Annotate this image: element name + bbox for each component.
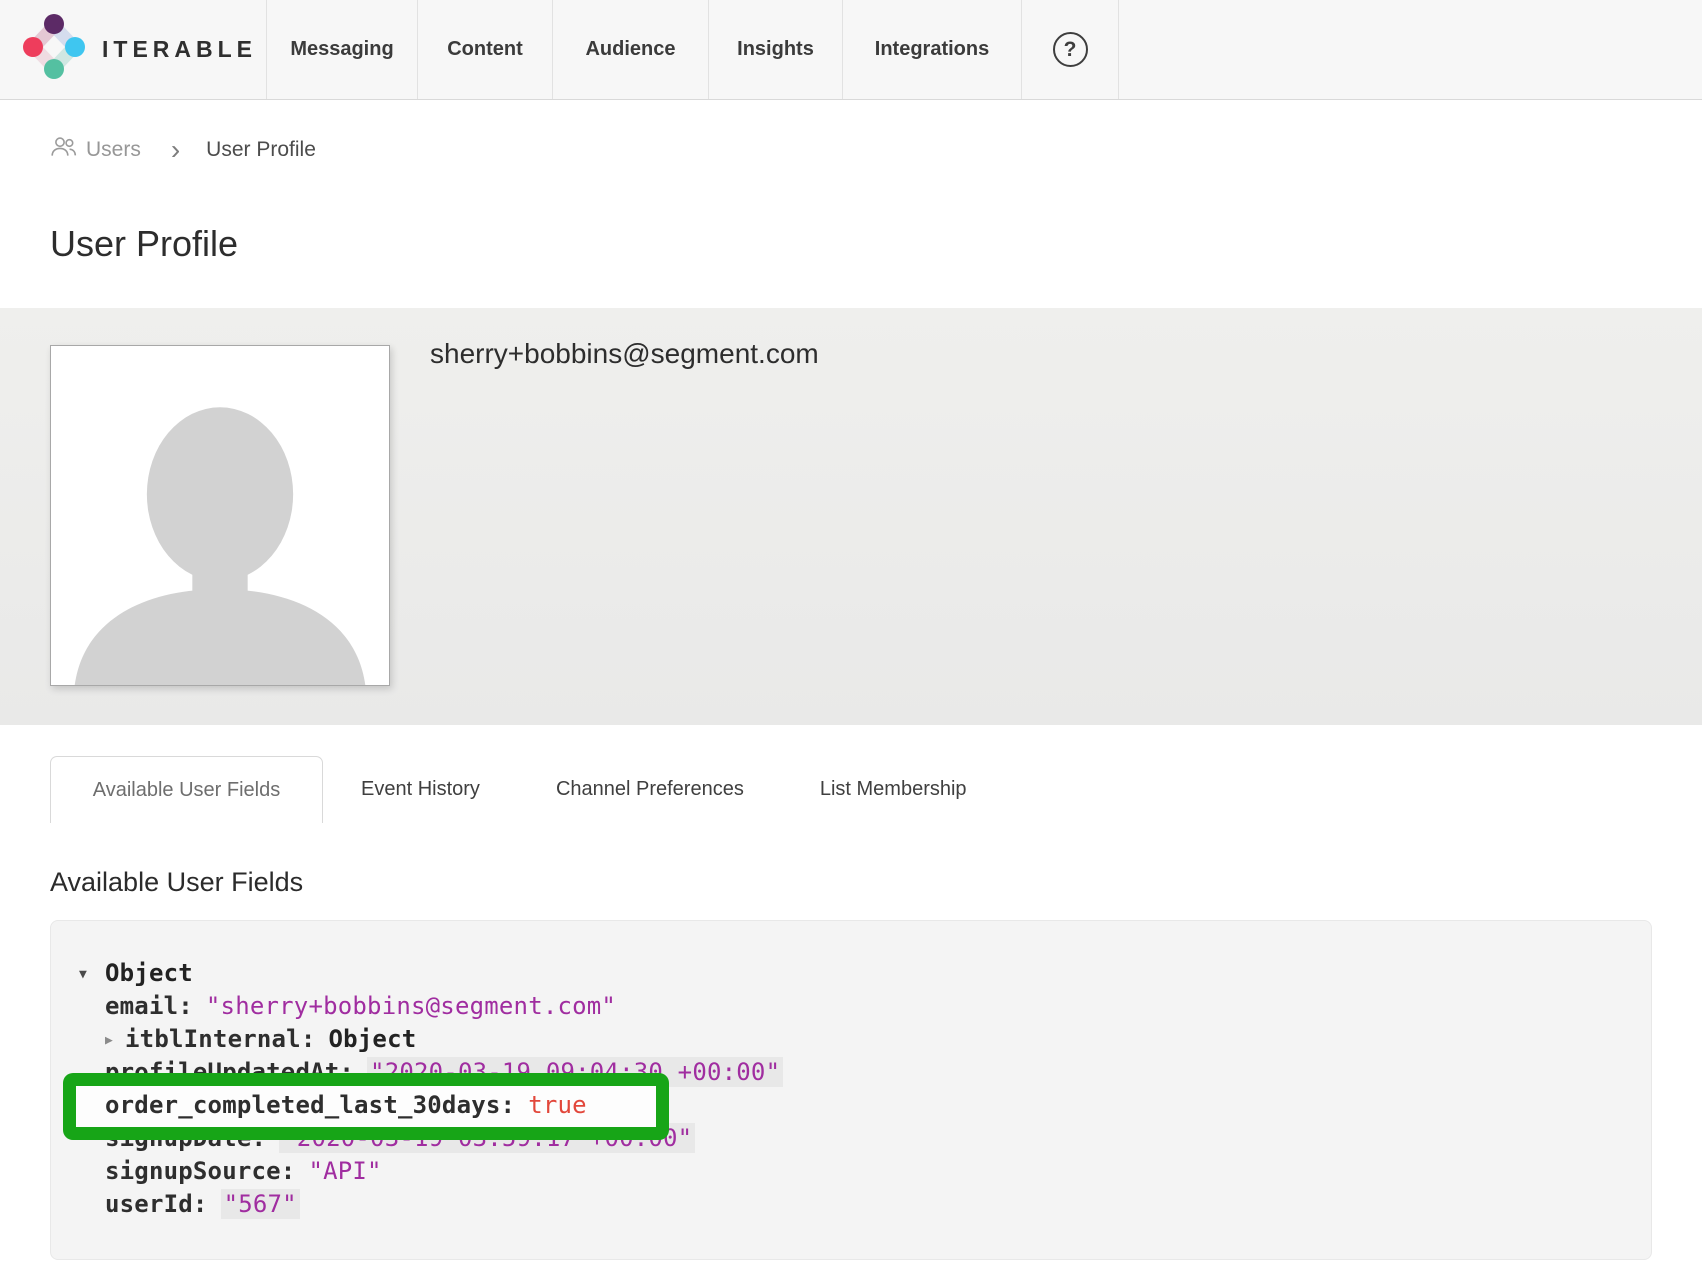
colon: :: [193, 1190, 208, 1218]
field-value: Object: [328, 1025, 416, 1053]
field-key: email: [105, 992, 178, 1020]
profile-email: sherry+bobbins@segment.com: [430, 338, 819, 370]
field-value: "API": [308, 1157, 381, 1185]
tree-row-root: ▼Object: [79, 957, 1651, 990]
tab-available-user-fields[interactable]: Available User Fields: [50, 756, 323, 823]
breadcrumb-users-link[interactable]: Users: [50, 136, 141, 164]
tree-row-signupsource: signupSource: "API": [105, 1155, 1651, 1188]
expand-toggle-icon[interactable]: ▶: [105, 1024, 113, 1057]
field-value: "2020-03-19 03:59:17 +00:00": [279, 1123, 695, 1153]
nav-item-integrations[interactable]: Integrations: [843, 0, 1022, 99]
colon: :: [178, 992, 193, 1020]
chevron-right-icon: ›: [171, 140, 180, 160]
tab-channel-preferences[interactable]: Channel Preferences: [518, 756, 782, 823]
profile-header: sherry+bobbins@segment.com: [0, 308, 1702, 725]
root-object-label: Object: [105, 959, 193, 987]
help-question-icon: ?: [1053, 32, 1088, 67]
breadcrumb-users-label: Users: [86, 138, 141, 162]
breadcrumb: Users › User Profile: [50, 134, 1702, 166]
collapse-toggle-icon[interactable]: ▼: [79, 958, 105, 991]
section-heading: Available User Fields: [50, 865, 1702, 899]
brand-wordmark: ITERABLE: [102, 36, 257, 63]
tree-row-email: email: "sherry+bobbins@segment.com": [105, 990, 1651, 1023]
breadcrumb-current: User Profile: [206, 138, 316, 162]
colon: :: [339, 1058, 354, 1086]
field-value: "2020-03-19 09:04:30 +00:00": [367, 1057, 783, 1087]
top-navbar: ITERABLE Messaging Content Audience Insi…: [0, 0, 1702, 100]
page-title: User Profile: [50, 222, 1702, 266]
navbar-spacer: [1119, 0, 1702, 99]
field-value: "sherry+bobbins@segment.com": [206, 992, 616, 1020]
field-value: true: [528, 1091, 587, 1119]
iterable-diamond-icon: [22, 13, 86, 87]
avatar: [50, 345, 390, 686]
tab-list-membership[interactable]: List Membership: [782, 756, 1005, 823]
colon: :: [501, 1091, 516, 1119]
nav-item-insights[interactable]: Insights: [709, 0, 843, 99]
users-icon: [50, 136, 77, 164]
iterable-logo[interactable]: ITERABLE: [0, 0, 267, 99]
field-key: userId: [105, 1190, 193, 1218]
colon: :: [281, 1157, 296, 1185]
tree-row-itblinternal: ▶ itblInternal: Object: [105, 1023, 1651, 1056]
tree-row-signupdate: signupDate: "2020-03-19 03:59:17 +00:00": [105, 1122, 1651, 1155]
colon: :: [252, 1124, 267, 1152]
field-key: signupSource: [105, 1157, 281, 1185]
field-key: profileUpdatedAt: [105, 1058, 339, 1086]
tree-row-order-completed-last-30days: order_completed_last_30days: true: [105, 1089, 1651, 1122]
field-key: order_completed_last_30days: [105, 1091, 501, 1119]
tab-event-history[interactable]: Event History: [323, 756, 518, 823]
nav-item-messaging[interactable]: Messaging: [267, 0, 418, 99]
nav-item-audience[interactable]: Audience: [553, 0, 709, 99]
user-fields-tree: ▼Object email:"sherry+bobbins@segment.co…: [50, 920, 1652, 1260]
tree-row-profileupdatedat: profileUpdatedAt: "2020-03-19 09:04:30 +0…: [105, 1056, 1651, 1089]
field-key: itblInternal: [125, 1025, 301, 1053]
colon: :: [301, 1025, 316, 1053]
field-key: signupDate: [105, 1124, 252, 1152]
tree-row-userid: userId: "567": [105, 1188, 1651, 1221]
field-value: "567": [221, 1189, 300, 1219]
avatar-silhouette-icon: [51, 346, 389, 685]
help-button[interactable]: ?: [1022, 0, 1119, 99]
nav-item-content[interactable]: Content: [418, 0, 553, 99]
profile-tabs: Available User Fields Event History Chan…: [50, 756, 1702, 823]
